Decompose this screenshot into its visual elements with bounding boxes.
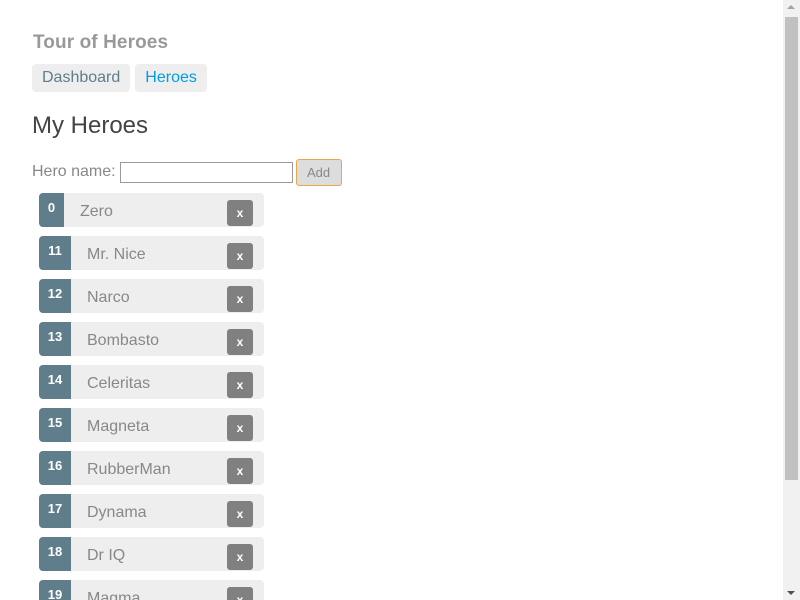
hero-list-item[interactable]: 13 Bombasto x — [39, 322, 264, 356]
hero-id-badge: 11 — [39, 236, 71, 270]
scroll-down-arrow-icon[interactable] — [787, 591, 795, 595]
delete-hero-button[interactable]: x — [227, 372, 253, 398]
hero-list-item[interactable]: 18 Dr IQ x — [39, 537, 264, 571]
delete-hero-button[interactable]: x — [227, 415, 253, 441]
delete-hero-button[interactable]: x — [227, 286, 253, 312]
hero-list-item[interactable]: 17 Dynama x — [39, 494, 264, 528]
hero-name: Magneta — [87, 418, 150, 435]
add-hero-form: Hero name: Add — [32, 158, 342, 186]
nav-link-heroes[interactable]: Heroes — [135, 64, 207, 92]
app-root: Tour of Heroes Dashboard Heroes My Heroe… — [32, 0, 772, 600]
hero-name: Mr. Nice — [87, 246, 146, 263]
hero-list-item[interactable]: 14 Celeritas x — [39, 365, 264, 399]
nav-link-dashboard[interactable]: Dashboard — [32, 64, 131, 92]
delete-hero-button[interactable]: x — [227, 243, 253, 269]
hero-id-badge: 15 — [39, 408, 71, 442]
hero-name: Zero — [80, 203, 113, 220]
hero-id-badge: 12 — [39, 279, 71, 313]
hero-list-item[interactable]: 12 Narco x — [39, 279, 264, 313]
hero-list-item[interactable]: 11 Mr. Nice x — [39, 236, 264, 270]
hero-list-item[interactable]: 0 Zero x — [39, 193, 264, 227]
page: Tour of Heroes Dashboard Heroes My Heroe… — [0, 0, 800, 600]
hero-name: RubberMan — [87, 461, 171, 478]
scroll-up-arrow-icon[interactable] — [787, 5, 795, 9]
page-title: My Heroes — [32, 112, 149, 139]
hero-id-badge: 17 — [39, 494, 71, 528]
delete-hero-button[interactable]: x — [227, 329, 253, 355]
hero-name: Narco — [87, 289, 130, 306]
hero-id-badge: 16 — [39, 451, 71, 485]
hero-name: Bombasto — [87, 332, 160, 349]
delete-hero-button[interactable]: x — [227, 200, 253, 226]
delete-hero-button[interactable]: x — [227, 458, 253, 484]
hero-name-input[interactable] — [119, 161, 293, 183]
hero-id-badge: 18 — [39, 537, 71, 571]
hero-name: Celeritas — [87, 375, 151, 392]
hero-id-badge: 14 — [39, 365, 71, 399]
hero-name-label: Hero name: — [32, 163, 116, 180]
hero-list: 0 Zero x 11 Mr. Nice x 12 Narco x 13 Bom… — [39, 193, 264, 600]
scrollbar-thumb[interactable] — [785, 17, 798, 480]
hero-name: Dr IQ — [87, 547, 126, 564]
hero-list-item[interactable]: 16 RubberMan x — [39, 451, 264, 485]
hero-id-badge: 0 — [39, 193, 64, 227]
vertical-scrollbar[interactable] — [783, 0, 800, 600]
delete-hero-button[interactable]: x — [227, 544, 253, 570]
main-nav: Dashboard Heroes — [32, 64, 207, 92]
hero-id-badge: 19 — [39, 580, 71, 600]
hero-list-item[interactable]: 15 Magneta x — [39, 408, 264, 442]
hero-list-item[interactable]: 19 Magma x — [39, 580, 264, 600]
delete-hero-button[interactable]: x — [227, 587, 253, 600]
delete-hero-button[interactable]: x — [227, 501, 253, 527]
hero-name: Magma — [87, 590, 141, 600]
hero-name: Dynama — [87, 504, 147, 521]
add-hero-button[interactable]: Add — [295, 158, 342, 186]
app-title: Tour of Heroes — [33, 32, 169, 53]
hero-id-badge: 13 — [39, 322, 71, 356]
